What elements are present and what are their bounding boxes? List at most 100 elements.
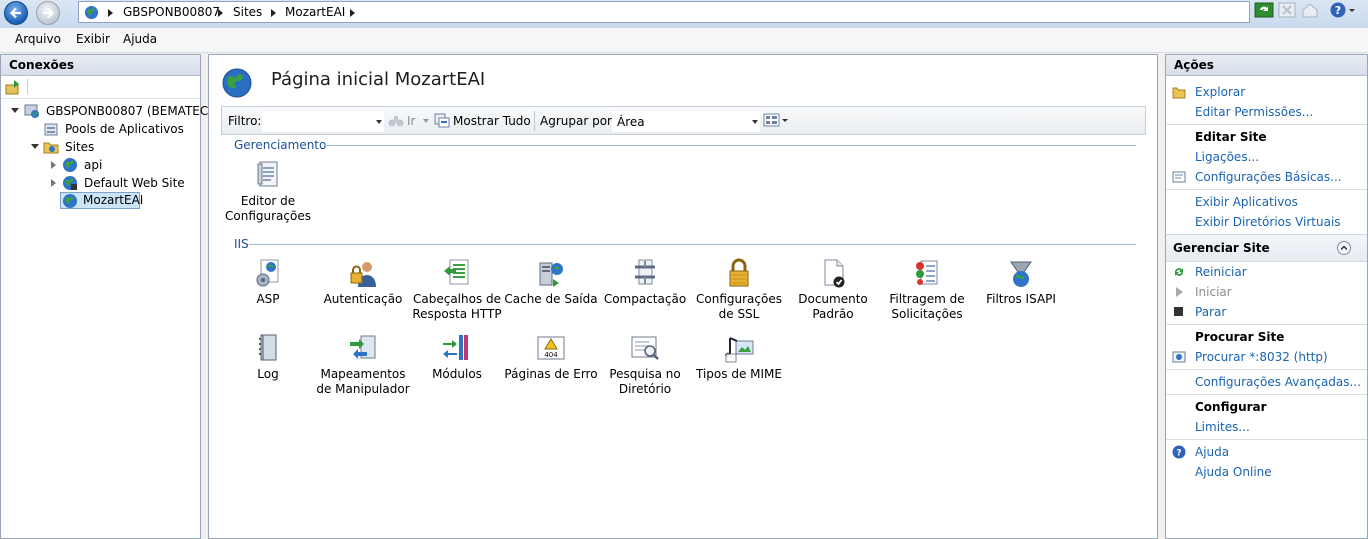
feature-label-line1: Autenticação — [323, 292, 403, 306]
feature-label-line1: Editor de — [240, 194, 296, 208]
go-button[interactable]: Ir — [407, 114, 415, 128]
expand-arrow-icon[interactable] — [51, 161, 56, 169]
refresh-button[interactable] — [1254, 1, 1276, 21]
help-dropdown-button[interactable]: ? — [1328, 1, 1360, 21]
config-editor-icon — [257, 161, 278, 187]
feature-log[interactable]: Log — [220, 332, 316, 382]
arrow-right-icon — [43, 7, 55, 19]
home-button[interactable] — [1300, 1, 1322, 21]
collapse-button[interactable] — [1337, 241, 1351, 255]
feature-modules[interactable]: Módulos — [409, 332, 505, 382]
globe-icon — [63, 194, 77, 208]
tree-node-sites[interactable]: Sites — [3, 139, 199, 156]
feature-asp[interactable]: ASP — [220, 257, 316, 307]
connect-icon[interactable] — [5, 79, 21, 95]
globe-stopped-icon — [63, 176, 77, 190]
action-explore[interactable]: Explorar — [1195, 85, 1245, 99]
breadcrumb-site[interactable]: MozartEAI — [285, 5, 345, 19]
feature-ssl-settings[interactable]: Configurações de SSL — [691, 257, 787, 322]
browse-icon — [1172, 351, 1186, 363]
breadcrumb-separator-icon — [218, 9, 223, 17]
restart-icon — [1175, 268, 1183, 276]
action-view-virtual-dirs[interactable]: Exibir Diretórios Virtuais — [1195, 215, 1341, 229]
address-toolbar: GBSPONB00807 Sites MozartEAI ? — [0, 0, 1368, 29]
action-bindings[interactable]: Ligações... — [1195, 150, 1259, 164]
svg-text:?: ? — [1335, 4, 1341, 17]
show-all-icon — [434, 113, 450, 128]
asp-icon — [256, 259, 279, 287]
feature-label-line1: Filtragem de — [889, 292, 965, 306]
breadcrumb-server[interactable]: GBSPONB00807 — [123, 5, 220, 19]
view-mode-icon[interactable] — [763, 113, 789, 128]
section-edit-site: Editar Site — [1195, 130, 1267, 144]
action-browse[interactable]: Procurar *:8032 (http) — [1195, 350, 1328, 364]
chevron-down-icon — [376, 120, 382, 124]
action-start[interactable]: Iniciar — [1195, 285, 1232, 299]
show-all-button[interactable]: Mostrar Tudo — [453, 114, 531, 128]
app-pools-icon — [44, 123, 58, 136]
toolbar-divider — [534, 111, 535, 131]
feature-directory-browsing[interactable]: Pesquisa no Diretório — [597, 332, 693, 397]
filter-input[interactable] — [262, 111, 384, 132]
tree-node-app-pools[interactable]: Pools de Aplicativos — [3, 121, 199, 138]
menu-arquivo[interactable]: Arquivo — [15, 32, 61, 46]
section-divider — [1166, 369, 1367, 370]
collapse-arrow-icon[interactable] — [11, 108, 19, 113]
authentication-icon — [350, 262, 376, 287]
chevron-down-icon — [752, 120, 758, 124]
feature-mime-types[interactable]: Tipos de MIME — [691, 332, 787, 382]
action-basic-settings[interactable]: Configurações Básicas... — [1195, 170, 1342, 184]
action-restart[interactable]: Reiniciar — [1195, 265, 1247, 279]
error-pages-icon: 404 — [537, 336, 565, 360]
globe-icon — [84, 5, 99, 20]
action-limits[interactable]: Limites... — [1195, 420, 1250, 434]
isapi-filters-icon — [1010, 261, 1032, 287]
action-online-help[interactable]: Ajuda Online — [1195, 465, 1272, 479]
collapse-arrow-icon[interactable] — [31, 144, 39, 149]
breadcrumb-sites[interactable]: Sites — [233, 5, 262, 19]
group-by-select[interactable]: Área — [612, 111, 760, 132]
action-help[interactable]: Ajuda — [1195, 445, 1229, 459]
manage-site-header[interactable]: Gerenciar Site — [1166, 234, 1367, 262]
globe-icon — [63, 158, 77, 172]
feature-config-editor[interactable]: Editor de Configurações — [220, 159, 316, 224]
tree-node-site-api[interactable]: api — [3, 157, 199, 174]
feature-isapi-filters[interactable]: Filtros ISAPI — [973, 257, 1069, 307]
tree-node-site-mozart[interactable]: MozartEAI — [60, 192, 143, 209]
section-browse-site: Procurar Site — [1195, 330, 1285, 344]
feature-error-pages[interactable]: 404 Páginas de Erro — [503, 332, 599, 382]
menu-bar: Arquivo Exibir Ajuda — [0, 28, 1368, 53]
binoculars-icon — [388, 116, 404, 127]
stop-button[interactable] — [1277, 1, 1299, 21]
feature-handler-mappings[interactable]: Mapeamentos de Manipulador — [315, 332, 411, 397]
feature-compression[interactable]: Compactação — [597, 257, 693, 307]
action-advanced-settings[interactable]: Configurações Avançadas... — [1195, 375, 1361, 389]
feature-request-filtering[interactable]: Filtragem de Solicitações — [879, 257, 975, 322]
feature-default-document[interactable]: Documento Padrão — [785, 257, 881, 322]
menu-exibir[interactable]: Exibir — [76, 32, 110, 46]
feature-label-line1: Tipos de MIME — [696, 367, 782, 381]
section-manage-site: Gerenciar Site — [1173, 241, 1270, 255]
back-button[interactable] — [4, 1, 28, 25]
feature-output-cache[interactable]: Cache de Saída — [503, 257, 599, 307]
action-view-applications[interactable]: Exibir Aplicativos — [1195, 195, 1298, 209]
help-icon: ? — [1172, 445, 1186, 459]
feature-http-headers[interactable]: Cabeçalhos de Resposta HTTP — [409, 257, 505, 322]
tree-label-server: GBSPONB00807 (BEMATECH\ — [46, 104, 222, 118]
group-header-iis[interactable]: IIS — [234, 237, 249, 251]
chevron-down-icon[interactable] — [423, 119, 429, 123]
tree-node-site-default[interactable]: Default Web Site — [3, 175, 199, 192]
action-edit-permissions[interactable]: Editar Permissões... — [1195, 105, 1313, 119]
action-stop[interactable]: Parar — [1195, 305, 1226, 319]
feature-label-line2: Padrão — [812, 307, 854, 321]
menu-ajuda[interactable]: Ajuda — [123, 32, 157, 46]
tree-node-server[interactable]: GBSPONB00807 (BEMATECH\ — [3, 103, 221, 120]
feature-authentication[interactable]: Autenticação — [315, 257, 411, 307]
expand-arrow-icon[interactable] — [51, 179, 56, 187]
group-divider — [249, 244, 1136, 245]
address-bar[interactable]: GBSPONB00807 Sites MozartEAI — [78, 1, 1250, 23]
forward-button[interactable] — [36, 1, 60, 25]
group-header-management[interactable]: Gerenciamento — [234, 138, 326, 152]
feature-label-line1: Cabeçalhos de — [412, 292, 502, 306]
filter-bar: Filtro: Ir Mostrar Tudo Agrupar por: Áre… — [221, 106, 1146, 135]
